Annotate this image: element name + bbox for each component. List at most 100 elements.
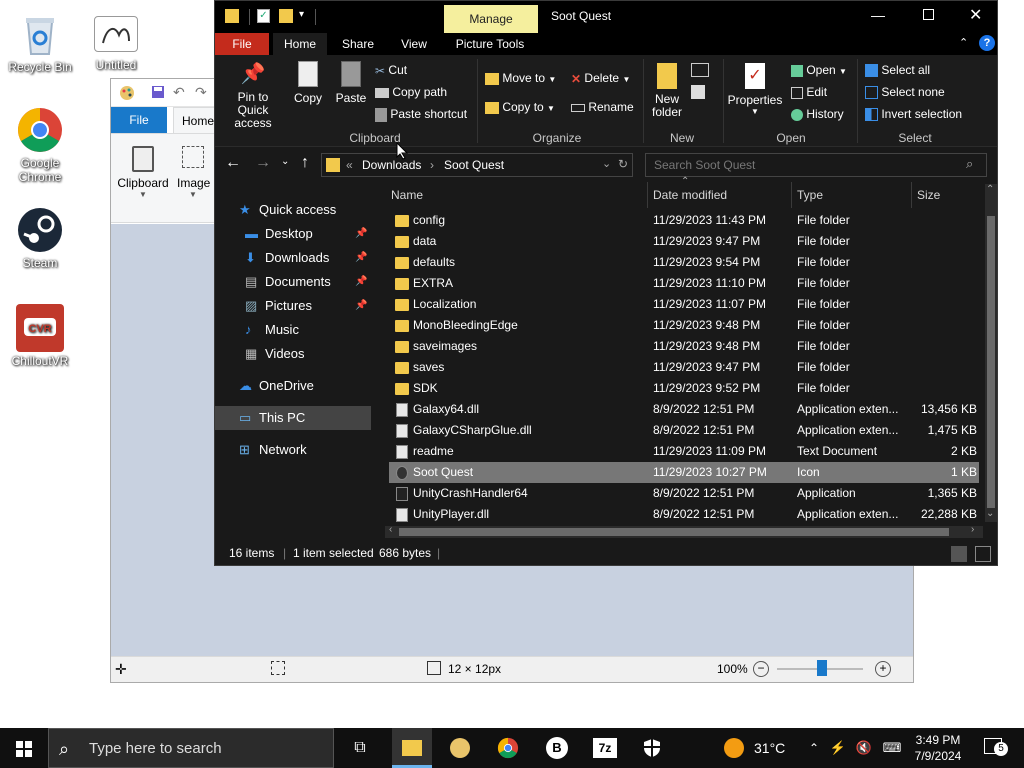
breadcrumb-downloads[interactable]: Downloads [362,158,421,172]
new-folder-button[interactable]: New folder [649,63,685,119]
speaker-icon[interactable]: 🔇 [852,728,876,768]
show-hidden-icons[interactable]: ⌃ [806,728,822,768]
file-row[interactable]: Localization 11/29/2023 11:07 PM File fold… [389,294,979,315]
file-row[interactable]: data 11/29/2023 9:47 PM File folder [389,231,979,252]
file-row[interactable]: GalaxyCSharpGlue.dll 8/9/2022 12:51 PM App… [389,420,979,441]
paste-shortcut-button[interactable]: Paste shortcut [375,107,467,122]
nav-item-downloads[interactable]: ⬇ Downloads 📌 [215,246,371,270]
copy-path-button[interactable]: Copy path [375,85,447,99]
history-button[interactable]: History [791,107,844,121]
file-row[interactable]: Galaxy64.dll 8/9/2022 12:51 PM Application… [389,399,979,420]
file-row[interactable]: config 11/29/2023 11:43 PM File folder [389,210,979,231]
scroll-down-icon[interactable]: ⌄ [986,508,994,519]
notification-center[interactable]: 5 [980,728,1010,768]
tab-view[interactable]: View [391,33,437,55]
easy-access-icon[interactable] [691,85,705,99]
pin-icon[interactable]: 📌 [355,270,367,294]
up-arrow-icon[interactable]: ↑ [301,154,309,172]
scroll-right-icon[interactable]: › [971,524,974,535]
paint-tab-file[interactable]: File [111,107,167,133]
scroll-up-icon[interactable]: ⌃ [986,184,994,195]
large-icons-view-icon[interactable] [975,546,991,562]
taskbar-app-b[interactable]: B [536,728,576,768]
minimize-button[interactable]: — [871,7,885,23]
file-row[interactable]: readme 11/29/2023 11:09 PM Text Document 2 … [389,441,979,462]
desktop-icon-steam[interactable]: Steam [0,206,80,270]
column-header-date[interactable]: Date modified [653,182,783,208]
forward-arrow-icon[interactable]: → [255,154,271,172]
column-divider[interactable] [647,182,648,208]
taskbar-7zip[interactable]: 7z [584,728,624,768]
address-bar[interactable]: « Downloads › Soot Quest ⌄ ↻ [321,153,633,177]
new-item-icon[interactable] [691,63,709,77]
clock[interactable]: 3:49 PM 7/9/2024 [908,728,968,768]
pin-icon[interactable]: 📌 [355,294,367,318]
delete-button[interactable]: ✕ Delete ▼ [571,71,630,86]
nav-item-this-pc[interactable]: ▭ This PC [215,406,371,430]
column-divider[interactable] [911,182,912,208]
taskbar-search-box[interactable]: ⌕ Type here to search [48,728,334,768]
back-arrow-icon[interactable]: ← [225,154,241,172]
vertical-scrollbar-thumb[interactable] [987,216,995,508]
details-view-icon[interactable] [951,546,967,562]
new-folder-quick-icon[interactable] [279,9,293,23]
horizontal-scrollbar-thumb[interactable] [399,528,949,536]
desktop-icon-untitled[interactable]: Untitled [76,16,156,72]
customize-toolbar-icon[interactable]: ▾ [299,9,304,20]
file-row[interactable]: EXTRA 11/29/2023 11:10 PM File folder [389,273,979,294]
save-icon[interactable] [151,85,165,99]
undo-icon[interactable]: ↶ [173,84,185,101]
taskbar-chrome[interactable] [488,728,528,768]
pin-icon[interactable]: 📌 [355,246,367,270]
task-view-icon[interactable]: ⧉ [344,728,376,768]
recent-locations-icon[interactable]: ⌄ [281,156,289,167]
breadcrumb-overflow[interactable]: « [346,158,353,172]
vertical-scrollbar[interactable]: ⌃ ⌄ [985,184,997,522]
nav-item-music[interactable]: ♪ Music [215,318,371,342]
file-row[interactable]: UnityCrashHandler64 8/9/2022 12:51 PM Appl… [389,483,979,504]
weather-widget[interactable]: 31°C [722,728,812,768]
invert-selection-button[interactable]: Invert selection [865,107,962,122]
desktop-icon-recycle-bin[interactable]: Recycle Bin [0,10,80,74]
column-divider[interactable] [791,182,792,208]
redo-icon[interactable]: ↷ [195,84,207,101]
zoom-out-button[interactable]: − [753,661,769,677]
edit-button[interactable]: Edit [791,85,827,99]
open-button[interactable]: Open ▼ [791,63,847,77]
file-row[interactable]: saves 11/29/2023 9:47 PM File folder [389,357,979,378]
keyboard-icon[interactable]: ⌨ [878,728,906,768]
zoom-in-button[interactable]: + [875,661,891,677]
nav-item-quick-access[interactable]: ★ Quick access [215,198,371,222]
taskbar-paint[interactable] [440,728,480,768]
file-row[interactable]: SDK 11/29/2023 9:52 PM File folder [389,378,979,399]
cut-button[interactable]: ✂ Cut [375,63,407,78]
network-icon[interactable]: ⚡ [826,728,850,768]
zoom-slider-thumb[interactable] [817,660,827,676]
nav-item-onedrive[interactable]: ☁ OneDrive [215,374,371,398]
file-row[interactable]: defaults 11/29/2023 9:54 PM File folder [389,252,979,273]
maximize-button[interactable] [923,9,934,20]
refresh-icon[interactable]: ↻ [618,157,628,171]
horizontal-scrollbar[interactable]: ‹ › [385,524,983,538]
help-icon[interactable]: ? [979,35,995,51]
nav-item-desktop[interactable]: ▬ Desktop 📌 [215,222,371,246]
copy-to-button[interactable]: Copy to ▼ [485,100,555,114]
scroll-left-icon[interactable]: ‹ [389,524,392,535]
tab-picture-tools[interactable]: Picture Tools [447,33,533,55]
move-to-button[interactable]: Move to ▼ [485,71,556,85]
address-dropdown-icon[interactable]: ⌄ [602,157,611,170]
manage-tab[interactable]: Manage [444,5,538,33]
collapse-ribbon-icon[interactable]: ⌃ [959,36,968,49]
rename-button[interactable]: Rename [571,100,634,114]
pin-to-quick-access-button[interactable]: 📌 Pin to Quick access [221,61,285,130]
file-row[interactable]: MonoBleedingEdge 11/29/2023 9:48 PM File f… [389,315,979,336]
paint-clipboard-button[interactable]: Clipboard ▼ [115,138,171,218]
tab-home[interactable]: Home [273,33,327,55]
search-box[interactable]: Search Soot Quest ⌕ [645,153,987,177]
nav-item-network[interactable]: ⊞ Network [215,438,371,462]
nav-item-documents[interactable]: ▤ Documents 📌 [215,270,371,294]
column-header-size[interactable]: Size [917,182,977,208]
tab-file[interactable]: File [215,33,269,55]
column-header-type[interactable]: Type [797,182,907,208]
tab-share[interactable]: Share [333,33,383,55]
